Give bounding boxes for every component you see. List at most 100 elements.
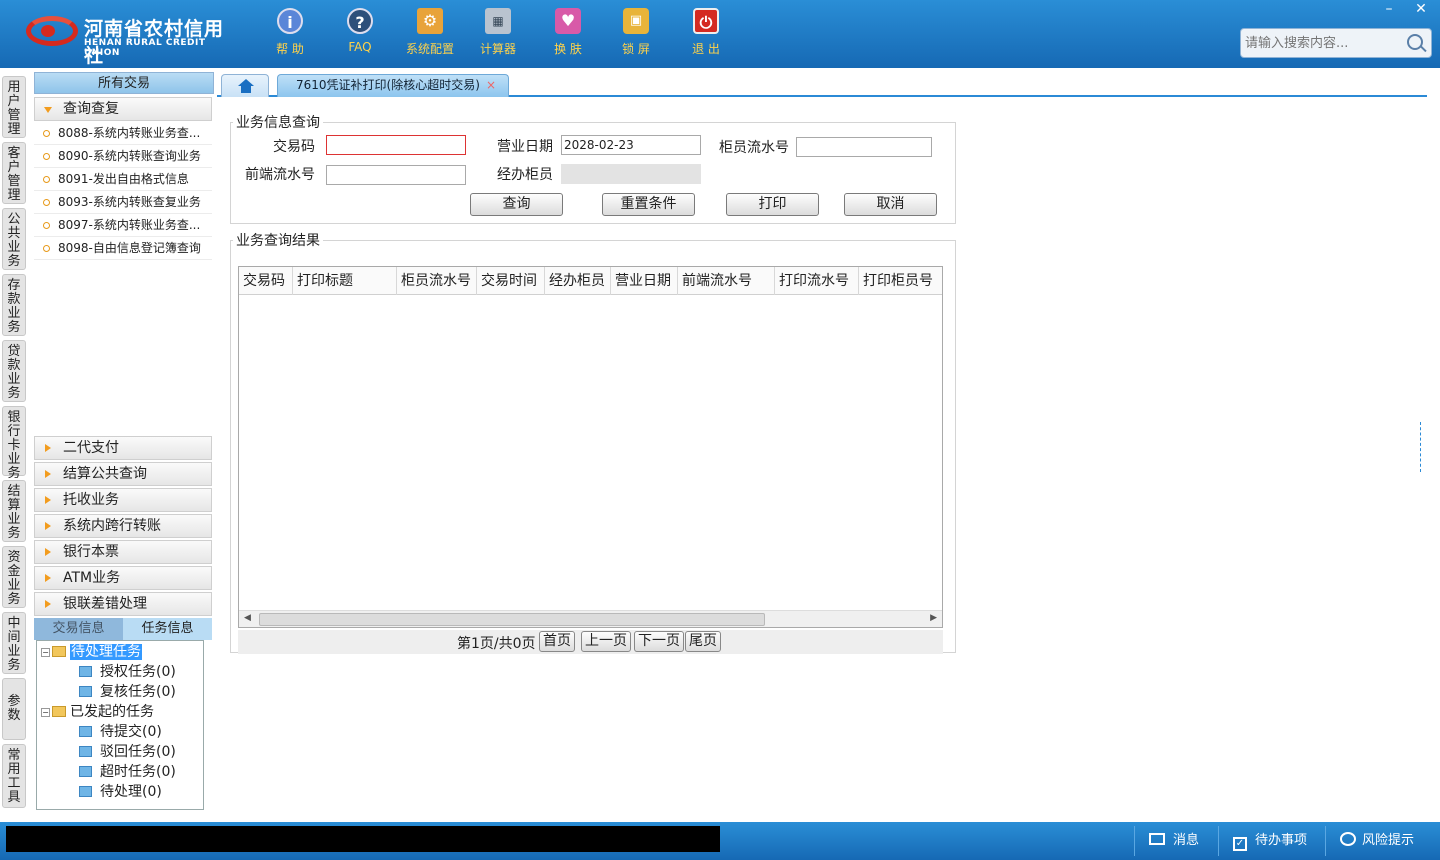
reset-button[interactable]: 重置条件 [602,193,695,216]
messages-button[interactable]: 消息 [1134,826,1224,856]
list-item[interactable]: 8091-发出自由格式信息 [34,168,212,191]
first-page-button[interactable]: 首页 [539,631,575,652]
home-icon-base [241,86,251,93]
collapsed-arrow-icon [45,444,51,452]
risk-button[interactable]: 风险提示 [1325,826,1435,856]
tree-node-to-process[interactable]: 待处理(0) [79,783,162,803]
list-item[interactable]: 8088-系统内转账业务查... [34,122,212,145]
scroll-left-icon[interactable]: ◀ [244,613,251,623]
col-front-seq[interactable]: 前端流水号 [678,267,775,295]
nav-bank-card[interactable]: 银行卡业务 [2,406,26,481]
home-icon [238,79,254,86]
tree-node-to-submit[interactable]: 待提交(0) [79,723,162,743]
col-operator[interactable]: 经办柜员 [545,267,611,295]
panel-title: 所有交易 [34,72,214,94]
scroll-right-icon[interactable]: ▶ [930,613,937,623]
col-business-date[interactable]: 营业日期 [611,267,678,295]
calculator-button[interactable]: ▦ 计算器 [468,8,528,60]
prev-page-button[interactable]: 上一页 [581,631,631,652]
section-item[interactable]: 银联差错处理 [34,592,212,616]
config-button[interactable]: ⚙ 系统配置 [400,8,460,60]
next-page-button[interactable]: 下一页 [634,631,684,652]
col-teller-seq[interactable]: 柜员流水号 [397,267,477,295]
cancel-button[interactable]: 取消 [844,193,937,216]
query-legend: 业务信息查询 [236,115,320,131]
nav-deposit[interactable]: 存款业务 [2,274,26,336]
tree-node-review[interactable]: 复核任务(0) [79,683,176,703]
tree-node-initiated[interactable]: − 已发起的任务 [41,703,154,723]
col-code[interactable]: 交易码 [239,267,293,295]
section-item[interactable]: 二代支付 [34,436,212,460]
operator-input [561,164,701,184]
close-tab-icon[interactable]: × [486,75,496,96]
collapse-icon[interactable]: − [41,648,50,657]
info-tabs: 交易信息 任务信息 [34,618,212,640]
nav-loan[interactable]: 贷款业务 [2,340,26,402]
list-item[interactable]: 8097-系统内转账业务查... [34,214,212,237]
nav-intermediary[interactable]: 中间业务 [2,612,26,674]
scrollbar-thumb[interactable] [259,613,765,626]
faq-button[interactable]: ? FAQ [330,8,390,60]
nav-user-mgmt[interactable]: 用户管理 [2,76,26,138]
print-button[interactable]: 打印 [726,193,819,216]
section-label: 结算公共查询 [63,466,147,482]
close-window-button[interactable]: ✕ [1406,0,1436,18]
lock-label: 锁 屏 [622,42,650,56]
tab-transaction-info[interactable]: 交易信息 [34,618,123,640]
search-box [1240,28,1432,58]
teller-seq-input[interactable] [796,137,932,157]
message-ticker [6,826,720,852]
section-item[interactable]: 系统内跨行转账 [34,514,212,538]
exit-button[interactable]: ⏻ 退 出 [676,8,736,60]
front-seq-label: 前端流水号 [245,167,315,183]
query-button[interactable]: 查询 [470,193,563,216]
horizontal-scrollbar[interactable]: ◀ ▶ [239,610,942,627]
search-input[interactable] [1245,33,1405,53]
tree-node-timeout[interactable]: 超时任务(0) [79,763,176,783]
section-item[interactable]: 结算公共查询 [34,462,212,486]
nav-customer-mgmt[interactable]: 客户管理 [2,142,26,204]
col-print-title[interactable]: 打印标题 [293,267,397,295]
tab-voucher-reprint[interactable]: 7610凭证补打印(除核心超时交易) × [277,74,509,97]
col-print-seq[interactable]: 打印流水号 [775,267,859,295]
nav-common-tools[interactable]: 常用工具 [2,744,26,808]
home-tab[interactable] [221,74,269,97]
collapse-handle[interactable] [1420,422,1428,472]
logo-emblem-icon [26,16,78,46]
code-input[interactable] [326,135,466,155]
file-icon [79,686,92,697]
section-item[interactable]: 银行本票 [34,540,212,564]
skin-button[interactable]: ♥ 换 肤 [538,8,598,60]
collapse-icon[interactable]: − [41,708,50,717]
nav-params[interactable]: 参数 [2,678,26,740]
tab-task-info[interactable]: 任务信息 [123,618,212,640]
skin-label: 换 肤 [554,42,582,56]
tree-node-auth[interactable]: 授权任务(0) [79,663,176,683]
tab-label: 7610凭证补打印(除核心超时交易) [296,78,480,92]
list-item[interactable]: 8090-系统内转账查询业务 [34,145,212,168]
date-input[interactable] [561,135,701,155]
tree-node-pending[interactable]: − 待处理任务 [41,643,142,663]
section-query-reply[interactable]: 查询查复 [34,97,212,121]
list-item[interactable]: 8098-自由信息登记簿查询 [34,237,212,260]
help-button[interactable]: i 帮 助 [260,8,320,60]
nav-public-business[interactable]: 公共业务 [2,208,26,270]
last-page-button[interactable]: 尾页 [685,631,721,652]
lock-button[interactable]: ▣ 锁 屏 [606,8,666,60]
front-seq-input[interactable] [326,165,466,185]
results-fieldset: 业务查询结果 交易码 打印标题 柜员流水号 交易时间 经办柜员 营业日期 前端流… [230,230,956,654]
teller-seq-label: 柜员流水号 [719,140,789,156]
col-trans-time[interactable]: 交易时间 [477,267,545,295]
task-tree: − 待处理任务 授权任务(0) 复核任务(0) − 已发起的任务 待提交(0) 驳回… [36,640,204,810]
minimize-button[interactable]: – [1374,0,1404,18]
file-icon [79,766,92,777]
col-print-teller[interactable]: 打印柜员号 [859,267,942,295]
tree-node-rejected[interactable]: 驳回任务(0) [79,743,176,763]
section-item[interactable]: 托收业务 [34,488,212,512]
list-item[interactable]: 8093-系统内转账查复业务 [34,191,212,214]
search-icon[interactable] [1407,34,1423,50]
todo-button[interactable]: ✓ 待办事项 [1218,826,1322,856]
nav-settlement[interactable]: 结算业务 [2,480,26,542]
nav-funds[interactable]: 资金业务 [2,546,26,608]
section-item[interactable]: ATM业务 [34,566,212,590]
